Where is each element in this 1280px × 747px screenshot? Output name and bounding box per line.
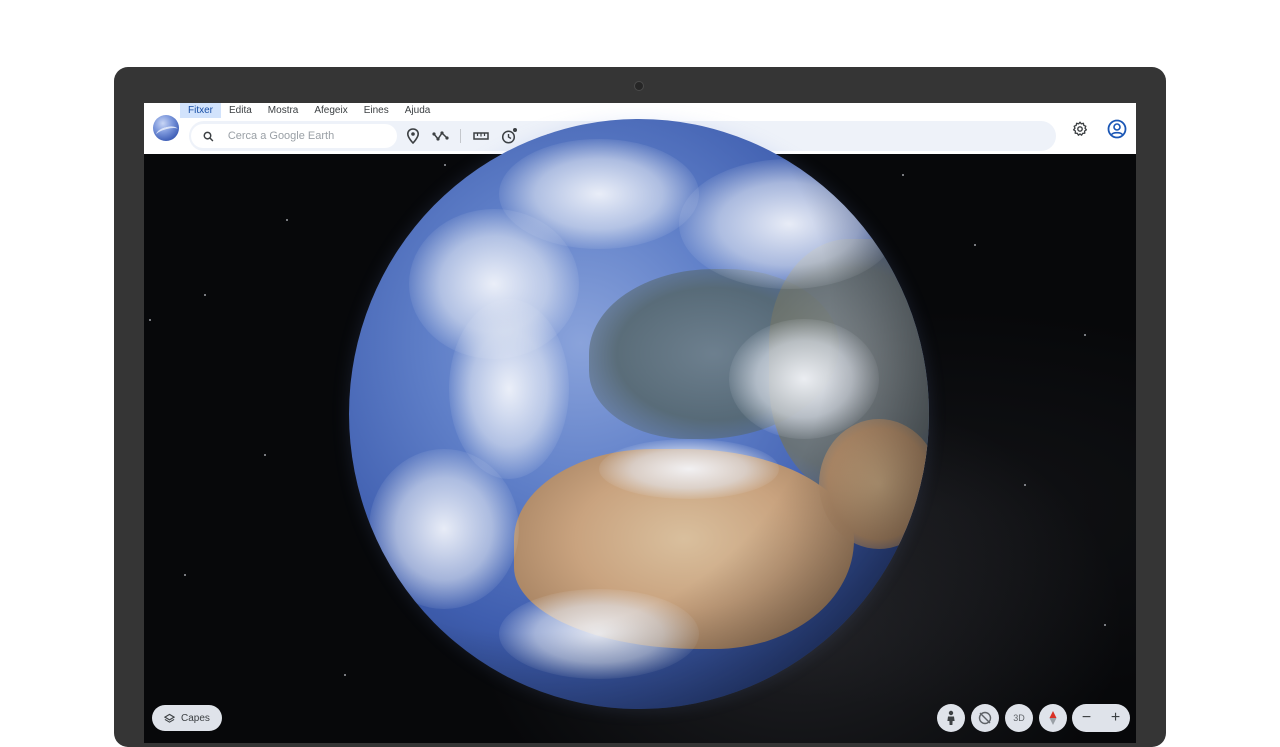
star <box>1084 334 1086 336</box>
star <box>184 574 186 576</box>
zoom-control: − + <box>1072 704 1130 732</box>
star <box>1024 484 1026 486</box>
no-rotation-icon <box>978 711 992 725</box>
toggle-3d-button[interactable]: 3D <box>1005 704 1033 732</box>
layers-icon <box>164 713 175 723</box>
account-icon <box>1107 119 1127 139</box>
search-icon <box>203 131 214 142</box>
historical-imagery-button[interactable] <box>500 127 518 145</box>
star <box>344 674 346 676</box>
star <box>974 244 976 246</box>
globe-viewport[interactable]: Capes 3D − + <box>144 119 1136 743</box>
menu-item-help[interactable]: Ajuda <box>397 103 439 118</box>
star <box>1104 624 1106 626</box>
measure-button[interactable] <box>472 127 490 145</box>
menu-bar: Fitxer Edita Mostra Afegeix Eines Ajuda <box>180 103 438 118</box>
zoom-out-button[interactable]: − <box>1082 709 1091 727</box>
toolbar-divider <box>460 129 461 143</box>
compass-button[interactable] <box>1039 704 1067 732</box>
star <box>264 454 266 456</box>
street-view-button[interactable] <box>937 704 965 732</box>
search-box <box>191 124 397 148</box>
zoom-in-button[interactable]: + <box>1111 709 1120 727</box>
menu-item-view[interactable]: Mostra <box>260 103 307 118</box>
draw-path-button[interactable] <box>432 127 450 145</box>
star <box>902 174 904 176</box>
menu-item-edit[interactable]: Edita <box>221 103 260 118</box>
layers-button[interactable]: Capes <box>152 705 222 731</box>
compass-icon <box>1049 711 1057 725</box>
google-earth-logo-icon[interactable] <box>153 115 179 141</box>
menu-item-add[interactable]: Afegeix <box>306 103 355 118</box>
reset-tilt-button[interactable] <box>971 704 999 732</box>
star <box>286 219 288 221</box>
path-icon <box>432 131 449 141</box>
search-input[interactable] <box>225 129 397 143</box>
menu-item-tools[interactable]: Eines <box>356 103 397 118</box>
webcam <box>634 81 644 91</box>
add-placemark-button[interactable] <box>404 127 422 145</box>
star <box>204 294 206 296</box>
settings-icon <box>1072 121 1088 136</box>
toggle-3d-label: 3D <box>1013 713 1025 723</box>
menu-item-file[interactable]: Fitxer <box>180 103 221 118</box>
pegman-icon <box>947 710 955 725</box>
history-icon <box>501 128 517 144</box>
app-window: Fitxer Edita Mostra Afegeix Eines Ajuda <box>144 103 1136 743</box>
settings-button[interactable] <box>1069 118 1091 140</box>
placemark-icon <box>406 128 420 144</box>
account-button[interactable] <box>1106 118 1128 140</box>
layers-label: Capes <box>181 712 210 724</box>
globe-shading <box>349 119 929 709</box>
earth-globe[interactable] <box>349 119 929 709</box>
star <box>444 164 446 166</box>
ruler-icon <box>473 132 489 140</box>
star <box>149 319 151 321</box>
